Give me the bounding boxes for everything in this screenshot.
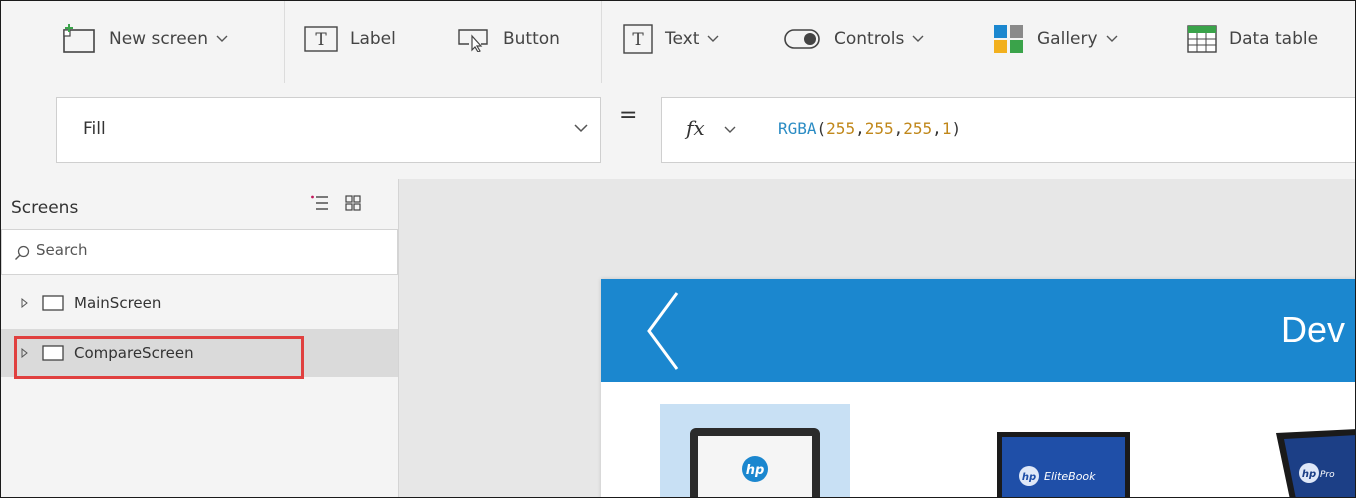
thumbnail-view-icon[interactable] — [345, 195, 361, 211]
app-header-title: Dev — [1281, 309, 1346, 350]
svg-text:T: T — [632, 30, 644, 50]
ribbon-divider — [601, 1, 602, 83]
formula-arg: 255 — [903, 119, 933, 138]
label-label: Label — [350, 29, 396, 49]
chevron-down-icon — [574, 124, 588, 133]
insert-controls-menu[interactable]: Controls — [784, 19, 936, 59]
label-icon: T — [304, 26, 338, 52]
screens-search — [1, 229, 398, 275]
formula-arg: 255 — [864, 119, 894, 138]
view-toggle-group — [311, 195, 361, 211]
screens-panel-title: Screens — [11, 198, 79, 218]
app-screen-preview[interactable]: Dev hp hp EliteBook hp Pro — [601, 279, 1355, 497]
toggle-icon — [784, 29, 820, 49]
formula-input[interactable]: RGBA(255,255,255,1) — [758, 97, 1355, 163]
search-icon — [15, 245, 30, 260]
formula-text: RGBA(255,255,255,1) — [778, 119, 962, 138]
product-label: Pro — [1320, 470, 1335, 480]
search-input[interactable] — [34, 240, 378, 260]
insert-data-table-button[interactable]: Data table — [1187, 19, 1318, 59]
button-icon — [458, 29, 488, 52]
gallery-icon — [994, 25, 1023, 53]
data-table-icon — [1187, 25, 1217, 53]
equals-sign: = — [619, 103, 638, 128]
tree-item-label: MainScreen — [74, 294, 162, 312]
insert-gallery-menu[interactable]: Gallery — [993, 19, 1130, 59]
insert-label-button[interactable]: T Label — [304, 19, 396, 59]
back-arrow-icon[interactable] — [645, 291, 681, 371]
text-icon: T — [623, 24, 653, 54]
svg-text:hp: hp — [1302, 469, 1316, 480]
fx-icon: fx — [686, 116, 705, 140]
formula-arg: 1 — [941, 119, 952, 138]
product-logo: hp — [746, 463, 765, 478]
powerapps-studio-window: New screen T Label Button T Text Control… — [0, 0, 1356, 498]
data-table-label: Data table — [1229, 29, 1319, 49]
button-label: Button — [503, 29, 560, 49]
text-label: Text — [665, 29, 700, 49]
new-screen-label: New screen — [109, 29, 208, 49]
svg-text:T: T — [315, 30, 327, 50]
function-menu-button[interactable]: fx — [661, 97, 759, 163]
controls-label: Controls — [834, 29, 905, 49]
insert-button-button[interactable]: Button — [457, 19, 560, 59]
chevron-down-icon — [216, 35, 228, 42]
chevron-down-icon — [912, 35, 924, 42]
chevron-down-icon — [1106, 35, 1118, 42]
new-screen-button[interactable]: New screen — [61, 19, 240, 59]
screen-icon — [42, 295, 64, 311]
laptop-image: hp Pro — [1276, 429, 1355, 497]
list-view-icon[interactable] — [311, 195, 329, 211]
app-header-bar: Dev — [601, 279, 1355, 382]
insert-ribbon: New screen T Label Button T Text Control… — [1, 1, 1355, 84]
formula-bar: Fill = fx RGBA(255,255,255,1) — [1, 83, 1355, 179]
gallery-label: Gallery — [1037, 29, 1098, 49]
formula-arg: 255 — [826, 119, 856, 138]
formula-function: RGBA — [778, 119, 817, 138]
chevron-down-icon — [707, 35, 719, 42]
property-value: Fill — [83, 119, 106, 139]
product-label: EliteBook — [1044, 470, 1096, 483]
expand-arrow-icon[interactable] — [21, 298, 28, 308]
chevron-down-icon — [724, 126, 736, 133]
ribbon-divider — [284, 1, 285, 83]
insert-text-menu[interactable]: T Text — [623, 19, 731, 59]
highlight-annotation — [14, 336, 304, 379]
tree-item-mainscreen[interactable]: MainScreen — [1, 279, 398, 327]
laptop-image: hp — [690, 428, 820, 497]
svg-text:hp: hp — [1022, 472, 1036, 483]
new-screen-icon — [63, 24, 95, 53]
property-dropdown[interactable]: Fill — [56, 97, 601, 163]
laptop-image: hp EliteBook — [997, 432, 1130, 497]
